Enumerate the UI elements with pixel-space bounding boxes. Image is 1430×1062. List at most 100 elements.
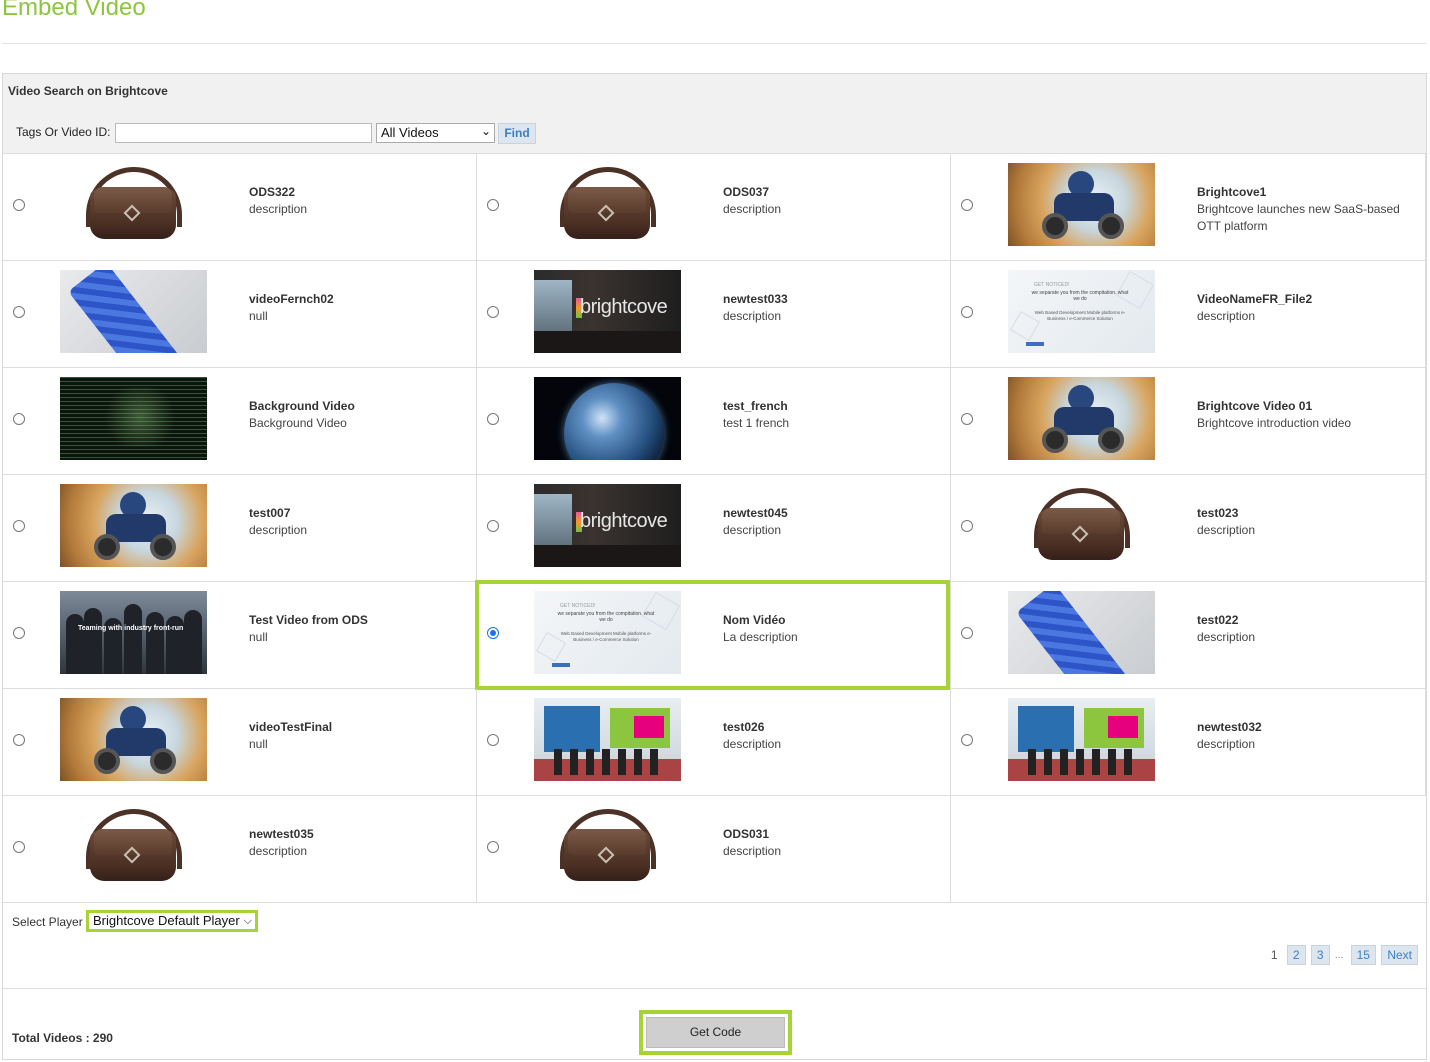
video-select-radio[interactable] <box>961 306 973 318</box>
video-cell[interactable]: GET NOTICED! we separate you from the com… <box>477 582 951 689</box>
video-title: Background Video <box>249 399 355 413</box>
video-title: test026 <box>723 720 765 734</box>
video-select-radio[interactable] <box>961 413 973 425</box>
video-select-radio[interactable] <box>13 841 25 853</box>
video-info: test022 description <box>1197 612 1412 646</box>
video-info: test007 description <box>249 505 464 539</box>
video-info: newtest035 description <box>249 826 464 860</box>
pagination-page-last[interactable]: 15 <box>1350 945 1376 965</box>
video-info: videoFernch02 null <box>249 291 464 325</box>
video-description: null <box>249 630 268 644</box>
video-cell[interactable]: test_french test 1 french <box>477 368 951 475</box>
video-select-radio[interactable] <box>961 520 973 532</box>
tags-or-id-input[interactable] <box>115 123 372 143</box>
thumbnail-quad-rider <box>1008 377 1155 460</box>
video-select-radio[interactable] <box>13 734 25 746</box>
video-select-radio[interactable] <box>487 841 499 853</box>
tags-or-id-label: Tags Or Video ID: <box>16 125 111 139</box>
video-description: description <box>1197 737 1256 751</box>
thumbnail-tie <box>1008 591 1155 674</box>
video-cell[interactable]: test007 description <box>3 475 477 582</box>
video-cell[interactable]: videoFernch02 null <box>3 261 477 368</box>
total-videos-count: Total Videos : 290 <box>12 1031 113 1045</box>
video-description: La description <box>723 630 798 644</box>
video-cell[interactable]: brightcove newtest045 description <box>477 475 951 582</box>
thumbnail-business-people: Teaming with industry front-run <box>60 591 207 674</box>
player-select-value: Brightcove Default Player <box>93 913 240 928</box>
video-cell[interactable]: Background Video Background Video <box>3 368 477 475</box>
video-title: test007 <box>249 506 291 520</box>
video-title: ODS037 <box>723 185 770 199</box>
video-title: Brightcove Video 01 <box>1197 399 1313 413</box>
video-cell[interactable]: test023 description <box>951 475 1426 582</box>
pagination-ellipsis: ... <box>1334 949 1344 961</box>
thumbnail-brightcove-office: brightcove <box>534 484 681 567</box>
video-title: Test Video from ODS <box>249 613 368 627</box>
video-cell[interactable]: Brightcove1 Brightcove launches new SaaS-… <box>951 154 1426 261</box>
pagination-next-button[interactable]: Next <box>1381 945 1418 965</box>
video-description: null <box>249 737 268 751</box>
video-cell[interactable]: ODS031 description <box>477 796 951 903</box>
video-cell[interactable]: ODS037 description <box>477 154 951 261</box>
video-select-radio[interactable] <box>487 627 499 639</box>
search-header: Video Search on Brightcove Tags Or Video… <box>3 74 1426 154</box>
get-code-highlight: Get Code <box>639 1010 792 1055</box>
video-description: Background Video <box>249 416 347 430</box>
video-cell[interactable]: Brightcove Video 01 Brightcove introducti… <box>951 368 1426 475</box>
video-cell[interactable]: ODS322 description <box>3 154 477 261</box>
title-divider <box>2 43 1426 44</box>
video-info: videoTestFinal null <box>249 719 464 753</box>
video-select-radio[interactable] <box>487 734 499 746</box>
video-description: description <box>249 844 308 858</box>
video-info: ODS322 description <box>249 184 464 218</box>
video-description: description <box>723 737 782 751</box>
video-select-radio[interactable] <box>487 306 499 318</box>
video-info: Background Video Background Video <box>249 398 464 432</box>
video-info: newtest033 description <box>723 291 938 325</box>
video-cell[interactable]: videoTestFinal null <box>3 689 477 796</box>
thumbnail-brightcove-office: brightcove <box>534 270 681 353</box>
video-title: Brightcove1 <box>1197 185 1267 199</box>
player-footer: Select Player Brightcove Default Player … <box>3 901 1426 989</box>
video-select-radio[interactable] <box>487 520 499 532</box>
video-select-radio[interactable] <box>13 199 25 211</box>
chevron-down-icon: ⌄ <box>480 124 491 138</box>
pagination-current-page: 1 <box>1270 948 1278 962</box>
thumbnail-bag <box>60 805 207 888</box>
video-select-radio[interactable] <box>13 520 25 532</box>
video-info: ODS031 description <box>723 826 938 860</box>
video-cell[interactable]: newtest035 description <box>3 796 477 903</box>
video-filter-select[interactable]: All Videos ⌄ <box>376 123 495 143</box>
video-select-radio[interactable] <box>13 627 25 639</box>
video-title: test023 <box>1197 506 1239 520</box>
video-select-radio[interactable] <box>961 627 973 639</box>
video-cell[interactable]: test026 description <box>477 689 951 796</box>
find-button[interactable]: Find <box>498 123 536 144</box>
video-grid: ODS322 description ODS037 description Bright… <box>3 154 1426 903</box>
video-description: Brightcove launches new SaaS-based OTT p… <box>1197 202 1400 233</box>
video-cell[interactable]: newtest032 description <box>951 689 1426 796</box>
video-description: description <box>723 844 782 858</box>
video-select-radio[interactable] <box>13 413 25 425</box>
pagination-page-2[interactable]: 2 <box>1286 945 1306 965</box>
video-cell[interactable]: Teaming with industry front-run Test Vide… <box>3 582 477 689</box>
video-cell[interactable]: test022 description <box>951 582 1426 689</box>
get-code-button[interactable]: Get Code <box>646 1017 785 1048</box>
video-select-radio[interactable] <box>13 306 25 318</box>
player-select[interactable]: Brightcove Default Player ⌵ <box>86 910 258 932</box>
video-select-radio[interactable] <box>961 734 973 746</box>
video-select-radio[interactable] <box>961 199 973 211</box>
video-cell[interactable]: GET NOTICED! we separate you from the com… <box>951 261 1426 368</box>
thumbnail-quad-rider <box>1008 163 1155 246</box>
video-title: ODS031 <box>723 827 770 841</box>
video-select-radio[interactable] <box>487 413 499 425</box>
video-description: description <box>1197 523 1256 537</box>
pagination-page-3[interactable]: 3 <box>1310 945 1330 965</box>
video-select-radio[interactable] <box>487 199 499 211</box>
pagination: 1 2 3 ... 15 Next <box>1271 945 1418 965</box>
thumbnail-bag <box>534 163 681 246</box>
video-cell[interactable]: brightcove newtest033 description <box>477 261 951 368</box>
video-search-panel: Video Search on Brightcove Tags Or Video… <box>2 73 1427 1060</box>
thumbnail-earth <box>534 377 681 460</box>
thumbnail-code-screen <box>60 377 207 460</box>
